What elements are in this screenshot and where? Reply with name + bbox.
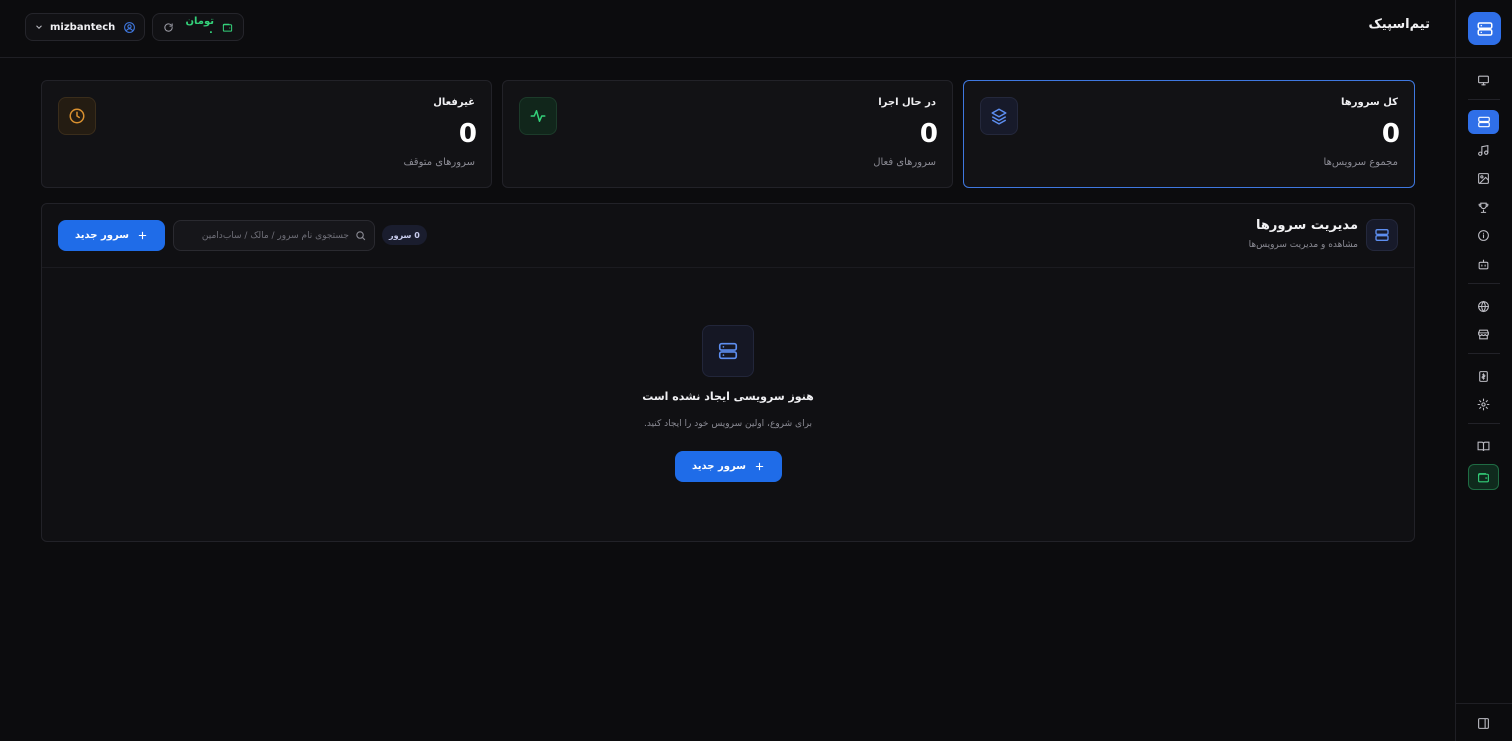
- trophy-icon: [1477, 201, 1490, 214]
- sidebar-item-images[interactable]: [1468, 166, 1499, 190]
- empty-state-server-icon: [702, 325, 754, 377]
- sidebar-item-trophy[interactable]: [1468, 195, 1499, 219]
- monitor-icon: [1477, 74, 1490, 87]
- image-icon: [1477, 172, 1490, 185]
- sidebar-item-store[interactable]: [1468, 322, 1499, 346]
- activity-icon: [519, 97, 557, 135]
- wallet-icon: [222, 22, 233, 33]
- username: mizbantech: [50, 21, 116, 33]
- sidebar-item-wallet[interactable]: [1468, 464, 1499, 490]
- brand-title: تیم‌اسپیک: [1368, 17, 1430, 32]
- sidebar-divider: [1468, 283, 1500, 284]
- clock-icon: [58, 97, 96, 135]
- server-icon: [1476, 20, 1494, 38]
- search-input[interactable]: [182, 230, 349, 241]
- sidebar: [1455, 0, 1512, 741]
- sidebar-item-servers[interactable]: [1468, 110, 1499, 134]
- store-icon: [1477, 328, 1490, 341]
- new-server-label: سرور جدید: [691, 461, 747, 472]
- sidebar-divider: [1468, 99, 1500, 100]
- sidebar-toggle-icon: [1477, 717, 1490, 730]
- sidebar-divider: [1468, 353, 1500, 354]
- user-icon: [123, 21, 136, 34]
- sidebar-divider: [1456, 57, 1512, 58]
- refresh-icon[interactable]: [163, 22, 174, 33]
- new-server-button[interactable]: سرور جدید: [58, 220, 165, 251]
- wallet-icon: [1477, 471, 1490, 484]
- sidebar-collapse-button[interactable]: [1468, 711, 1499, 735]
- servers-panel: مدیریت سرورها مشاهده و مدیریت سرویس‌ها 0…: [41, 203, 1415, 542]
- stat-card-total[interactable]: کل سرورها 0 مجموع سرویس‌ها: [963, 80, 1415, 188]
- info-icon: [1477, 229, 1490, 242]
- sidebar-item-invoices[interactable]: [1468, 364, 1499, 388]
- settings-icon: [1477, 398, 1490, 411]
- invoice-icon: [1477, 370, 1490, 383]
- plus-icon: [754, 461, 765, 472]
- stat-value: 0: [458, 119, 477, 149]
- stat-subtitle: مجموع سرویس‌ها: [1323, 157, 1398, 168]
- bot-icon: [1477, 258, 1490, 271]
- server-icon: [1477, 115, 1491, 129]
- sidebar-item-settings[interactable]: [1468, 392, 1499, 416]
- panel-header: مدیریت سرورها مشاهده و مدیریت سرویس‌ها 0…: [42, 204, 1414, 268]
- chevron-down-icon: [34, 22, 44, 32]
- search-box[interactable]: [173, 220, 375, 251]
- wallet-balance[interactable]: تومان ۰: [152, 13, 244, 41]
- user-menu[interactable]: mizbantech: [25, 13, 145, 41]
- server-icon: [1366, 219, 1398, 251]
- search-icon: [355, 230, 366, 241]
- sidebar-item-info[interactable]: [1468, 223, 1499, 247]
- stat-value: 0: [919, 119, 938, 149]
- sidebar-item-bot[interactable]: [1468, 252, 1499, 276]
- app-logo[interactable]: [1468, 12, 1501, 45]
- sidebar-item-music[interactable]: [1468, 138, 1499, 162]
- sidebar-item-docs[interactable]: [1468, 434, 1499, 458]
- book-icon: [1477, 440, 1490, 453]
- layers-icon: [980, 97, 1018, 135]
- stat-title: کل سرورها: [1341, 97, 1398, 108]
- plus-icon: [137, 230, 148, 241]
- stat-subtitle: سرورهای فعال: [873, 157, 936, 168]
- stat-subtitle: سرورهای متوقف: [403, 157, 475, 168]
- sidebar-item-domains[interactable]: [1468, 294, 1499, 318]
- new-server-label: سرور جدید: [74, 230, 130, 241]
- empty-state-subtitle: برای شروع، اولین سرویس خود را ایجاد کنید…: [643, 419, 813, 429]
- sidebar-divider: [1468, 423, 1500, 424]
- stat-card-running[interactable]: در حال اجرا 0 سرورهای فعال: [502, 80, 953, 188]
- stat-title: غیرفعال: [433, 97, 475, 108]
- empty-state-title: هنوز سرویسی ایجاد نشده است: [642, 390, 814, 403]
- sidebar-divider: [1456, 703, 1512, 704]
- stat-title: در حال اجرا: [878, 97, 936, 108]
- server-count-badge: 0 سرور: [382, 225, 427, 245]
- stat-value: 0: [1381, 119, 1400, 149]
- globe-icon: [1477, 300, 1490, 313]
- sidebar-item-dashboard[interactable]: [1468, 68, 1499, 92]
- empty-state-new-server-button[interactable]: سرور جدید: [675, 451, 782, 482]
- panel-title: مدیریت سرورها: [1255, 218, 1358, 233]
- top-header: تیم‌اسپیک mizbantech تومان ۰: [0, 0, 1455, 58]
- stat-card-inactive[interactable]: غیرفعال 0 سرورهای متوقف: [41, 80, 492, 188]
- wallet-amount: تومان ۰: [185, 16, 214, 38]
- panel-subtitle: مشاهده و مدیریت سرویس‌ها: [1248, 240, 1358, 250]
- music-icon: [1477, 144, 1490, 157]
